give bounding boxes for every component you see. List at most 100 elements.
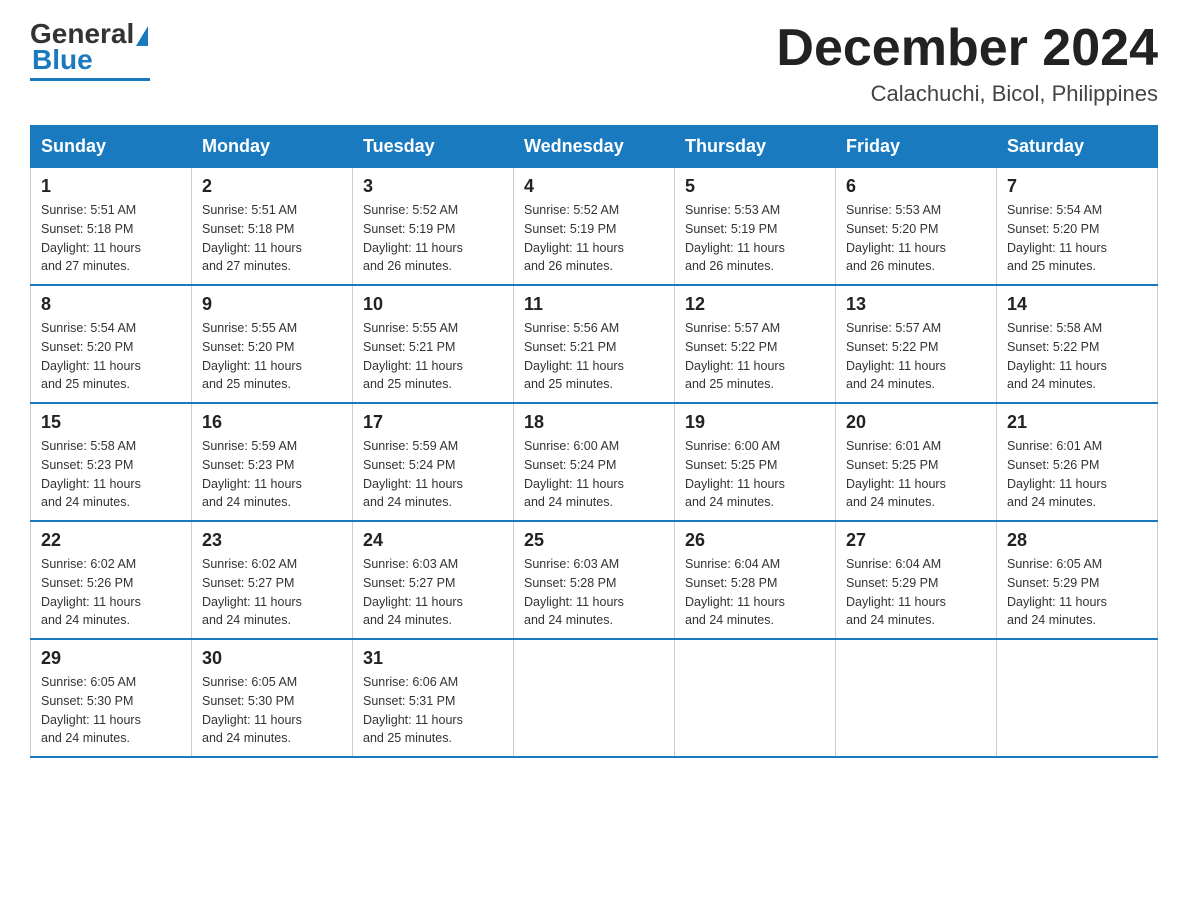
header-friday: Friday bbox=[836, 126, 997, 168]
calendar-cell: 21 Sunrise: 6:01 AM Sunset: 5:26 PM Dayl… bbox=[997, 403, 1158, 521]
header-wednesday: Wednesday bbox=[514, 126, 675, 168]
day-number: 24 bbox=[363, 530, 503, 551]
calendar-cell: 4 Sunrise: 5:52 AM Sunset: 5:19 PM Dayli… bbox=[514, 168, 675, 286]
day-number: 21 bbox=[1007, 412, 1147, 433]
day-number: 4 bbox=[524, 176, 664, 197]
calendar-cell: 27 Sunrise: 6:04 AM Sunset: 5:29 PM Dayl… bbox=[836, 521, 997, 639]
day-number: 20 bbox=[846, 412, 986, 433]
calendar-cell: 3 Sunrise: 5:52 AM Sunset: 5:19 PM Dayli… bbox=[353, 168, 514, 286]
calendar-cell: 13 Sunrise: 5:57 AM Sunset: 5:22 PM Dayl… bbox=[836, 285, 997, 403]
calendar-week-row: 1 Sunrise: 5:51 AM Sunset: 5:18 PM Dayli… bbox=[31, 168, 1158, 286]
calendar-header-row: SundayMondayTuesdayWednesdayThursdayFrid… bbox=[31, 126, 1158, 168]
calendar-cell: 19 Sunrise: 6:00 AM Sunset: 5:25 PM Dayl… bbox=[675, 403, 836, 521]
calendar-cell: 18 Sunrise: 6:00 AM Sunset: 5:24 PM Dayl… bbox=[514, 403, 675, 521]
calendar-cell: 30 Sunrise: 6:05 AM Sunset: 5:30 PM Dayl… bbox=[192, 639, 353, 757]
day-number: 16 bbox=[202, 412, 342, 433]
calendar-cell: 26 Sunrise: 6:04 AM Sunset: 5:28 PM Dayl… bbox=[675, 521, 836, 639]
calendar-cell: 17 Sunrise: 5:59 AM Sunset: 5:24 PM Dayl… bbox=[353, 403, 514, 521]
header-saturday: Saturday bbox=[997, 126, 1158, 168]
day-number: 31 bbox=[363, 648, 503, 669]
day-number: 6 bbox=[846, 176, 986, 197]
month-title: December 2024 bbox=[776, 20, 1158, 77]
calendar-cell: 16 Sunrise: 5:59 AM Sunset: 5:23 PM Dayl… bbox=[192, 403, 353, 521]
logo: General Blue bbox=[30, 20, 150, 81]
calendar-cell: 11 Sunrise: 5:56 AM Sunset: 5:21 PM Dayl… bbox=[514, 285, 675, 403]
day-info: Sunrise: 5:51 AM Sunset: 5:18 PM Dayligh… bbox=[41, 201, 181, 276]
calendar-cell: 22 Sunrise: 6:02 AM Sunset: 5:26 PM Dayl… bbox=[31, 521, 192, 639]
calendar-cell: 9 Sunrise: 5:55 AM Sunset: 5:20 PM Dayli… bbox=[192, 285, 353, 403]
calendar-table: SundayMondayTuesdayWednesdayThursdayFrid… bbox=[30, 125, 1158, 758]
day-info: Sunrise: 6:05 AM Sunset: 5:29 PM Dayligh… bbox=[1007, 555, 1147, 630]
header-sunday: Sunday bbox=[31, 126, 192, 168]
calendar-cell: 25 Sunrise: 6:03 AM Sunset: 5:28 PM Dayl… bbox=[514, 521, 675, 639]
day-info: Sunrise: 6:04 AM Sunset: 5:28 PM Dayligh… bbox=[685, 555, 825, 630]
day-info: Sunrise: 5:56 AM Sunset: 5:21 PM Dayligh… bbox=[524, 319, 664, 394]
day-info: Sunrise: 5:54 AM Sunset: 5:20 PM Dayligh… bbox=[41, 319, 181, 394]
day-number: 13 bbox=[846, 294, 986, 315]
calendar-cell: 12 Sunrise: 5:57 AM Sunset: 5:22 PM Dayl… bbox=[675, 285, 836, 403]
calendar-week-row: 22 Sunrise: 6:02 AM Sunset: 5:26 PM Dayl… bbox=[31, 521, 1158, 639]
day-number: 27 bbox=[846, 530, 986, 551]
day-info: Sunrise: 5:58 AM Sunset: 5:23 PM Dayligh… bbox=[41, 437, 181, 512]
day-number: 23 bbox=[202, 530, 342, 551]
header-tuesday: Tuesday bbox=[353, 126, 514, 168]
day-number: 29 bbox=[41, 648, 181, 669]
day-number: 1 bbox=[41, 176, 181, 197]
calendar-cell bbox=[514, 639, 675, 757]
day-info: Sunrise: 6:02 AM Sunset: 5:26 PM Dayligh… bbox=[41, 555, 181, 630]
day-info: Sunrise: 5:52 AM Sunset: 5:19 PM Dayligh… bbox=[524, 201, 664, 276]
day-number: 3 bbox=[363, 176, 503, 197]
calendar-cell: 6 Sunrise: 5:53 AM Sunset: 5:20 PM Dayli… bbox=[836, 168, 997, 286]
page-header: General Blue December 2024 Calachuchi, B… bbox=[30, 20, 1158, 107]
day-number: 30 bbox=[202, 648, 342, 669]
day-info: Sunrise: 5:55 AM Sunset: 5:20 PM Dayligh… bbox=[202, 319, 342, 394]
calendar-cell bbox=[997, 639, 1158, 757]
day-info: Sunrise: 6:05 AM Sunset: 5:30 PM Dayligh… bbox=[202, 673, 342, 748]
day-number: 19 bbox=[685, 412, 825, 433]
calendar-week-row: 15 Sunrise: 5:58 AM Sunset: 5:23 PM Dayl… bbox=[31, 403, 1158, 521]
day-info: Sunrise: 6:01 AM Sunset: 5:26 PM Dayligh… bbox=[1007, 437, 1147, 512]
day-info: Sunrise: 6:03 AM Sunset: 5:28 PM Dayligh… bbox=[524, 555, 664, 630]
calendar-cell: 29 Sunrise: 6:05 AM Sunset: 5:30 PM Dayl… bbox=[31, 639, 192, 757]
day-number: 11 bbox=[524, 294, 664, 315]
day-info: Sunrise: 5:58 AM Sunset: 5:22 PM Dayligh… bbox=[1007, 319, 1147, 394]
day-number: 17 bbox=[363, 412, 503, 433]
location-title: Calachuchi, Bicol, Philippines bbox=[776, 81, 1158, 107]
day-info: Sunrise: 5:55 AM Sunset: 5:21 PM Dayligh… bbox=[363, 319, 503, 394]
day-number: 18 bbox=[524, 412, 664, 433]
day-number: 8 bbox=[41, 294, 181, 315]
day-number: 2 bbox=[202, 176, 342, 197]
header-thursday: Thursday bbox=[675, 126, 836, 168]
day-number: 26 bbox=[685, 530, 825, 551]
calendar-cell: 20 Sunrise: 6:01 AM Sunset: 5:25 PM Dayl… bbox=[836, 403, 997, 521]
logo-blue-text: Blue bbox=[32, 44, 93, 76]
day-info: Sunrise: 6:01 AM Sunset: 5:25 PM Dayligh… bbox=[846, 437, 986, 512]
calendar-cell: 31 Sunrise: 6:06 AM Sunset: 5:31 PM Dayl… bbox=[353, 639, 514, 757]
day-info: Sunrise: 6:03 AM Sunset: 5:27 PM Dayligh… bbox=[363, 555, 503, 630]
day-info: Sunrise: 5:57 AM Sunset: 5:22 PM Dayligh… bbox=[685, 319, 825, 394]
day-info: Sunrise: 5:59 AM Sunset: 5:23 PM Dayligh… bbox=[202, 437, 342, 512]
calendar-cell: 1 Sunrise: 5:51 AM Sunset: 5:18 PM Dayli… bbox=[31, 168, 192, 286]
day-info: Sunrise: 5:51 AM Sunset: 5:18 PM Dayligh… bbox=[202, 201, 342, 276]
calendar-cell: 8 Sunrise: 5:54 AM Sunset: 5:20 PM Dayli… bbox=[31, 285, 192, 403]
day-info: Sunrise: 6:06 AM Sunset: 5:31 PM Dayligh… bbox=[363, 673, 503, 748]
calendar-cell: 15 Sunrise: 5:58 AM Sunset: 5:23 PM Dayl… bbox=[31, 403, 192, 521]
calendar-week-row: 29 Sunrise: 6:05 AM Sunset: 5:30 PM Dayl… bbox=[31, 639, 1158, 757]
calendar-cell: 23 Sunrise: 6:02 AM Sunset: 5:27 PM Dayl… bbox=[192, 521, 353, 639]
calendar-cell: 7 Sunrise: 5:54 AM Sunset: 5:20 PM Dayli… bbox=[997, 168, 1158, 286]
calendar-cell bbox=[836, 639, 997, 757]
header-monday: Monday bbox=[192, 126, 353, 168]
day-info: Sunrise: 6:00 AM Sunset: 5:24 PM Dayligh… bbox=[524, 437, 664, 512]
calendar-week-row: 8 Sunrise: 5:54 AM Sunset: 5:20 PM Dayli… bbox=[31, 285, 1158, 403]
day-info: Sunrise: 5:53 AM Sunset: 5:19 PM Dayligh… bbox=[685, 201, 825, 276]
day-info: Sunrise: 5:54 AM Sunset: 5:20 PM Dayligh… bbox=[1007, 201, 1147, 276]
day-number: 15 bbox=[41, 412, 181, 433]
day-info: Sunrise: 6:02 AM Sunset: 5:27 PM Dayligh… bbox=[202, 555, 342, 630]
title-block: December 2024 Calachuchi, Bicol, Philipp… bbox=[776, 20, 1158, 107]
day-info: Sunrise: 6:00 AM Sunset: 5:25 PM Dayligh… bbox=[685, 437, 825, 512]
day-number: 28 bbox=[1007, 530, 1147, 551]
logo-triangle-icon bbox=[136, 26, 148, 46]
day-info: Sunrise: 6:05 AM Sunset: 5:30 PM Dayligh… bbox=[41, 673, 181, 748]
calendar-cell: 28 Sunrise: 6:05 AM Sunset: 5:29 PM Dayl… bbox=[997, 521, 1158, 639]
day-number: 5 bbox=[685, 176, 825, 197]
